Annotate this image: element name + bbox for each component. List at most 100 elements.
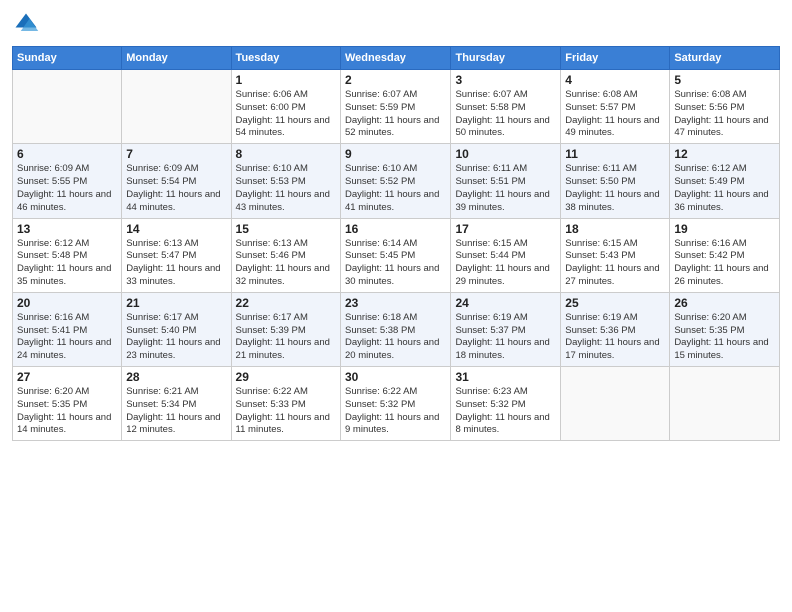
header <box>12 10 780 38</box>
day-number: 15 <box>236 222 336 236</box>
day-number: 10 <box>455 147 556 161</box>
calendar-cell: 25Sunrise: 6:19 AM Sunset: 5:36 PM Dayli… <box>561 292 670 366</box>
day-info: Sunrise: 6:07 AM Sunset: 5:59 PM Dayligh… <box>345 89 446 140</box>
day-number: 8 <box>236 147 336 161</box>
day-number: 3 <box>455 73 556 87</box>
calendar-cell <box>13 70 122 144</box>
day-info: Sunrise: 6:20 AM Sunset: 5:35 PM Dayligh… <box>17 386 117 437</box>
day-number: 1 <box>236 73 336 87</box>
day-info: Sunrise: 6:15 AM Sunset: 5:43 PM Dayligh… <box>565 238 665 289</box>
calendar-cell: 29 Sunrise: 6:22 AM Sunset: 5:33 PM Dayli… <box>231 367 340 441</box>
day-number: 14 <box>126 222 226 236</box>
calendar-cell: 13 Sunrise: 6:12 AM Sunset: 5:48 PM Dayli… <box>13 218 122 292</box>
calendar-cell: 31 Sunrise: 6:23 AM Sunset: 5:32 PM Dayli… <box>451 367 561 441</box>
calendar-cell: 17Sunrise: 6:15 AM Sunset: 5:44 PM Dayli… <box>451 218 561 292</box>
day-info: Sunrise: 6:09 AM Sunset: 5:55 PM Dayligh… <box>17 163 117 214</box>
calendar-cell: 24Sunrise: 6:19 AM Sunset: 5:37 PM Dayli… <box>451 292 561 366</box>
day-info: Sunrise: 6:13 AM Sunset: 5:47 PM Dayligh… <box>126 238 226 289</box>
day-number: 29 <box>236 370 336 384</box>
day-info: Sunrise: 6:15 AM Sunset: 5:44 PM Dayligh… <box>455 238 556 289</box>
calendar-cell: 15 Sunrise: 6:13 AM Sunset: 5:46 PM Dayli… <box>231 218 340 292</box>
day-number: 7 <box>126 147 226 161</box>
calendar-cell: 23Sunrise: 6:18 AM Sunset: 5:38 PM Dayli… <box>341 292 451 366</box>
day-number: 21 <box>126 296 226 310</box>
day-number: 19 <box>674 222 775 236</box>
calendar-cell: 18Sunrise: 6:15 AM Sunset: 5:43 PM Dayli… <box>561 218 670 292</box>
day-info: Sunrise: 6:06 AM Sunset: 6:00 PM Dayligh… <box>236 89 336 140</box>
calendar-cell: 11 Sunrise: 6:11 AM Sunset: 5:50 PM Dayli… <box>561 144 670 218</box>
calendar-cell: 19 Sunrise: 6:16 AM Sunset: 5:42 PM Dayli… <box>670 218 780 292</box>
day-info: Sunrise: 6:17 AM Sunset: 5:40 PM Dayligh… <box>126 312 226 363</box>
day-info: Sunrise: 6:07 AM Sunset: 5:58 PM Dayligh… <box>455 89 556 140</box>
day-number: 13 <box>17 222 117 236</box>
day-number: 28 <box>126 370 226 384</box>
calendar-week-row: 1 Sunrise: 6:06 AM Sunset: 6:00 PM Daylig… <box>13 70 780 144</box>
day-info: Sunrise: 6:09 AM Sunset: 5:54 PM Dayligh… <box>126 163 226 214</box>
weekday-header-sunday: Sunday <box>13 47 122 70</box>
calendar-cell: 26Sunrise: 6:20 AM Sunset: 5:35 PM Dayli… <box>670 292 780 366</box>
day-info: Sunrise: 6:08 AM Sunset: 5:57 PM Dayligh… <box>565 89 665 140</box>
logo <box>12 10 42 38</box>
calendar-week-row: 6 Sunrise: 6:09 AM Sunset: 5:55 PM Daylig… <box>13 144 780 218</box>
calendar-header-row: SundayMondayTuesdayWednesdayThursdayFrid… <box>13 47 780 70</box>
logo-icon <box>12 10 40 38</box>
calendar-cell: 30 Sunrise: 6:22 AM Sunset: 5:32 PM Dayli… <box>341 367 451 441</box>
weekday-header-friday: Friday <box>561 47 670 70</box>
calendar-cell <box>670 367 780 441</box>
weekday-header-wednesday: Wednesday <box>341 47 451 70</box>
day-info: Sunrise: 6:12 AM Sunset: 5:48 PM Dayligh… <box>17 238 117 289</box>
day-info: Sunrise: 6:23 AM Sunset: 5:32 PM Dayligh… <box>455 386 556 437</box>
calendar-week-row: 20 Sunrise: 6:16 AM Sunset: 5:41 PM Dayli… <box>13 292 780 366</box>
day-number: 22 <box>236 296 336 310</box>
calendar-cell: 12 Sunrise: 6:12 AM Sunset: 5:49 PM Dayli… <box>670 144 780 218</box>
day-number: 9 <box>345 147 446 161</box>
day-info: Sunrise: 6:18 AM Sunset: 5:38 PM Dayligh… <box>345 312 446 363</box>
weekday-header-thursday: Thursday <box>451 47 561 70</box>
day-number: 31 <box>455 370 556 384</box>
day-number: 16 <box>345 222 446 236</box>
day-number: 20 <box>17 296 117 310</box>
calendar-cell: 14 Sunrise: 6:13 AM Sunset: 5:47 PM Dayli… <box>122 218 231 292</box>
calendar-cell: 4Sunrise: 6:08 AM Sunset: 5:57 PM Daylig… <box>561 70 670 144</box>
day-info: Sunrise: 6:19 AM Sunset: 5:36 PM Dayligh… <box>565 312 665 363</box>
day-number: 24 <box>455 296 556 310</box>
calendar-cell: 6 Sunrise: 6:09 AM Sunset: 5:55 PM Daylig… <box>13 144 122 218</box>
calendar-cell: 21 Sunrise: 6:17 AM Sunset: 5:40 PM Dayli… <box>122 292 231 366</box>
calendar-cell: 16 Sunrise: 6:14 AM Sunset: 5:45 PM Dayli… <box>341 218 451 292</box>
calendar-week-row: 27 Sunrise: 6:20 AM Sunset: 5:35 PM Dayli… <box>13 367 780 441</box>
day-number: 27 <box>17 370 117 384</box>
day-info: Sunrise: 6:17 AM Sunset: 5:39 PM Dayligh… <box>236 312 336 363</box>
day-number: 12 <box>674 147 775 161</box>
calendar-cell: 5 Sunrise: 6:08 AM Sunset: 5:56 PM Daylig… <box>670 70 780 144</box>
calendar-cell <box>561 367 670 441</box>
day-info: Sunrise: 6:10 AM Sunset: 5:53 PM Dayligh… <box>236 163 336 214</box>
day-info: Sunrise: 6:16 AM Sunset: 5:41 PM Dayligh… <box>17 312 117 363</box>
calendar-cell: 20 Sunrise: 6:16 AM Sunset: 5:41 PM Dayli… <box>13 292 122 366</box>
day-info: Sunrise: 6:11 AM Sunset: 5:50 PM Dayligh… <box>565 163 665 214</box>
calendar-table: SundayMondayTuesdayWednesdayThursdayFrid… <box>12 46 780 441</box>
day-info: Sunrise: 6:11 AM Sunset: 5:51 PM Dayligh… <box>455 163 556 214</box>
calendar-cell: 8 Sunrise: 6:10 AM Sunset: 5:53 PM Daylig… <box>231 144 340 218</box>
page: SundayMondayTuesdayWednesdayThursdayFrid… <box>0 0 792 612</box>
day-number: 5 <box>674 73 775 87</box>
weekday-header-monday: Monday <box>122 47 231 70</box>
calendar-cell <box>122 70 231 144</box>
weekday-header-tuesday: Tuesday <box>231 47 340 70</box>
calendar-cell: 1 Sunrise: 6:06 AM Sunset: 6:00 PM Daylig… <box>231 70 340 144</box>
day-info: Sunrise: 6:12 AM Sunset: 5:49 PM Dayligh… <box>674 163 775 214</box>
day-info: Sunrise: 6:16 AM Sunset: 5:42 PM Dayligh… <box>674 238 775 289</box>
day-info: Sunrise: 6:22 AM Sunset: 5:32 PM Dayligh… <box>345 386 446 437</box>
day-info: Sunrise: 6:14 AM Sunset: 5:45 PM Dayligh… <box>345 238 446 289</box>
day-number: 30 <box>345 370 446 384</box>
day-number: 2 <box>345 73 446 87</box>
day-number: 11 <box>565 147 665 161</box>
calendar-week-row: 13 Sunrise: 6:12 AM Sunset: 5:48 PM Dayli… <box>13 218 780 292</box>
day-info: Sunrise: 6:08 AM Sunset: 5:56 PM Dayligh… <box>674 89 775 140</box>
day-number: 26 <box>674 296 775 310</box>
day-number: 6 <box>17 147 117 161</box>
calendar-cell: 28Sunrise: 6:21 AM Sunset: 5:34 PM Dayli… <box>122 367 231 441</box>
day-info: Sunrise: 6:22 AM Sunset: 5:33 PM Dayligh… <box>236 386 336 437</box>
day-info: Sunrise: 6:13 AM Sunset: 5:46 PM Dayligh… <box>236 238 336 289</box>
calendar-cell: 27 Sunrise: 6:20 AM Sunset: 5:35 PM Dayli… <box>13 367 122 441</box>
calendar-cell: 7 Sunrise: 6:09 AM Sunset: 5:54 PM Daylig… <box>122 144 231 218</box>
